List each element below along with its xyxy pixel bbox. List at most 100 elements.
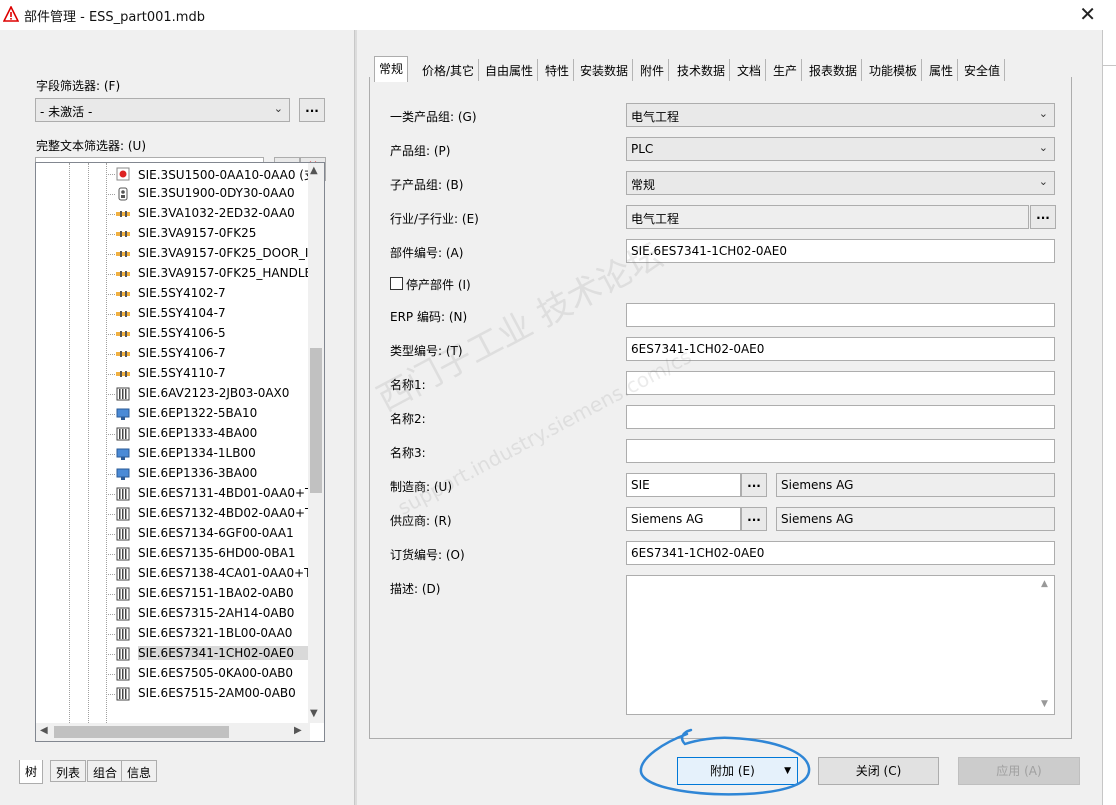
tree-item[interactable]: SIE.3VA9157-0FK25_HANDLE xyxy=(106,264,312,284)
name1-label: 名称1: xyxy=(390,378,426,392)
scroll-down-icon[interactable]: ▼ xyxy=(310,708,318,719)
tab-characteristics[interactable]: 特性 xyxy=(541,59,575,81)
tree-item[interactable]: SIE.5SY4102-7 xyxy=(106,284,306,304)
type-number-field[interactable]: 6ES7341-1CH02-0AE0 xyxy=(626,337,1055,361)
plc-module-icon xyxy=(116,427,130,441)
tree-item[interactable]: SIE.6ES7341-1CH02-0AE0 xyxy=(106,644,314,664)
tab-technical-data[interactable]: 技术数据 xyxy=(673,59,731,81)
tree-item[interactable]: SIE.6EP1333-4BA00 xyxy=(106,424,306,444)
supplier-code-field[interactable]: Siemens AG xyxy=(626,507,741,531)
tree-item-label: SIE.6ES7341-1CH02-0AE0 xyxy=(138,646,314,660)
scroll-left-icon[interactable]: ◀ xyxy=(40,725,48,736)
tree-connector xyxy=(106,374,115,375)
name2-field[interactable] xyxy=(626,405,1055,429)
tree-vertical-scrollbar[interactable]: ▲ ▼ xyxy=(308,163,324,723)
tab-tree[interactable]: 树 xyxy=(19,760,44,784)
tab-combination[interactable]: 组合 xyxy=(87,760,124,782)
tree-item[interactable]: SIE.6ES7132-4BD02-0AA0+TN xyxy=(106,504,321,524)
product-group-1-select[interactable]: 电气工程 ⌄ xyxy=(626,103,1055,127)
tree-item-label: SIE.3VA9157-0FK25_DOOR_IN xyxy=(138,246,318,260)
scroll-down-icon[interactable]: ▼ xyxy=(1041,699,1048,709)
plc-module-icon xyxy=(116,647,130,661)
part-number-field[interactable]: SIE.6ES7341-1CH02-0AE0 xyxy=(626,239,1055,263)
manufacturer-browse-button[interactable]: ... xyxy=(741,473,767,497)
tab-price-other[interactable]: 价格/其它 xyxy=(418,59,480,81)
description-textarea[interactable]: ▲ ▼ xyxy=(626,575,1055,715)
tree-item[interactable]: SIE.5SY4106-7 xyxy=(106,344,306,364)
tab-attributes[interactable]: 属性 xyxy=(925,59,959,81)
tree-connector xyxy=(106,174,115,175)
apply-button[interactable]: 应用 (A) xyxy=(958,757,1080,785)
field-filter-button[interactable]: ... xyxy=(299,98,325,122)
tree-item[interactable]: SIE.6ES7131-4BD01-0AA0+TN xyxy=(106,484,321,504)
tab-production[interactable]: 生产 xyxy=(769,59,803,81)
tab-info[interactable]: 信息 xyxy=(121,760,158,782)
scroll-up-icon[interactable]: ▲ xyxy=(310,165,318,176)
circuit-breaker-icon xyxy=(116,327,130,341)
tab-accessories[interactable]: 附件 xyxy=(636,59,670,81)
tree-item[interactable]: SIE.6ES7505-0KA00-0AB0 xyxy=(106,664,306,684)
close-button[interactable]: 关闭 (C) xyxy=(818,757,939,785)
tab-report-data[interactable]: 报表数据 xyxy=(805,59,863,81)
close-window-icon[interactable]: ✕ xyxy=(1079,2,1096,26)
tree-connector xyxy=(106,474,115,475)
scroll-right-icon[interactable]: ▶ xyxy=(294,725,302,736)
scroll-thumb[interactable] xyxy=(54,726,229,738)
name1-field[interactable] xyxy=(626,371,1055,395)
tab-documents[interactable]: 文档 xyxy=(733,59,767,81)
erp-field[interactable] xyxy=(626,303,1055,327)
tree-item[interactable]: SIE.3SU1900-0DY30-0AA0 xyxy=(106,184,306,204)
plc-module-icon xyxy=(116,387,130,401)
tree-item[interactable]: SIE.3VA9157-0FK25 xyxy=(106,224,306,244)
tree-item[interactable]: SIE.3SU1500-0AA10-0AA0 (支 xyxy=(106,164,316,184)
description-label: 描述: (D) xyxy=(390,582,441,596)
tree-item[interactable]: SIE.6AV2123-2JB03-0AX0 xyxy=(106,384,306,404)
tree-item-label: SIE.6ES7131-4BD01-0AA0+TN xyxy=(138,486,322,500)
tree-item[interactable]: SIE.6ES7138-4CA01-0AA0+TN xyxy=(106,564,320,584)
tree-item[interactable]: SIE.6ES7134-6GF00-0AA1 xyxy=(106,524,306,544)
tree-item[interactable]: SIE.6ES7321-1BL00-0AA0 xyxy=(106,624,306,644)
tab-free-properties[interactable]: 自由属性 xyxy=(481,59,539,81)
product-group-select[interactable]: PLC ⌄ xyxy=(626,137,1055,161)
sub-product-group-select[interactable]: 常规 ⌄ xyxy=(626,171,1055,195)
tab-list[interactable]: 列表 xyxy=(50,760,87,782)
tree-item-label: SIE.6ES7515-2AM00-0AB0 xyxy=(138,686,296,700)
window-title: 部件管理 - ESS_part001.mdb xyxy=(24,10,205,25)
tree-connector xyxy=(106,334,115,335)
manufacturer-code-field[interactable]: SIE xyxy=(626,473,741,497)
tree-item[interactable]: SIE.6ES7135-6HD00-0BA1 xyxy=(106,544,306,564)
name3-field[interactable] xyxy=(626,439,1055,463)
tree-item[interactable]: SIE.6ES7151-1BA02-0AB0 xyxy=(106,584,306,604)
tree-item[interactable]: SIE.5SY4104-7 xyxy=(106,304,306,324)
scroll-up-icon[interactable]: ▲ xyxy=(1041,579,1048,589)
order-number-field[interactable]: 6ES7341-1CH02-0AE0 xyxy=(626,541,1055,565)
supplier-browse-button[interactable]: ... xyxy=(741,507,767,531)
tree-item-label: SIE.5SY4106-5 xyxy=(138,326,226,340)
tree-item[interactable]: SIE.6EP1334-1LB00 xyxy=(106,444,306,464)
tree-item[interactable]: SIE.3VA1032-2ED32-0AA0 xyxy=(106,204,306,224)
textarea-scrollbar[interactable]: ▲ ▼ xyxy=(1038,577,1053,711)
tree-item[interactable]: SIE.3VA9157-0FK25_DOOR_IN xyxy=(106,244,317,264)
tree-item[interactable]: SIE.6EP1322-5BA10 xyxy=(106,404,306,424)
tree-item[interactable]: SIE.6ES7515-2AM00-0AB0 xyxy=(106,684,306,704)
discontinued-checkbox[interactable] xyxy=(390,277,403,290)
tab-safety-values[interactable]: 安全值 xyxy=(960,59,1006,81)
tree-item-label: SIE.6ES7138-4CA01-0AA0+TN xyxy=(138,566,321,580)
tree-item-label: SIE.6ES7151-1BA02-0AB0 xyxy=(138,586,294,600)
field-filter-select[interactable]: - 未激活 - ⌄ xyxy=(35,98,290,122)
tree-connector xyxy=(106,634,115,635)
scroll-thumb[interactable] xyxy=(310,348,322,493)
industry-browse-button[interactable]: ... xyxy=(1030,205,1056,229)
tree-horizontal-scrollbar[interactable]: ◀ ▶ xyxy=(36,723,310,741)
tab-function-template[interactable]: 功能模板 xyxy=(865,59,923,81)
erp-label: ERP 编码: (N) xyxy=(390,310,468,324)
part-tree[interactable]: SIE.3SU1500-0AA10-0AA0 (支 SIE.3SU1900-0DY… xyxy=(35,162,325,742)
indicator-light-icon xyxy=(116,167,130,181)
tree-item[interactable]: SIE.6ES7315-2AH14-0AB0 xyxy=(106,604,306,624)
tab-general[interactable]: 常规 xyxy=(374,56,409,82)
tab-installation-data[interactable]: 安装数据 xyxy=(576,59,634,81)
tree-item[interactable]: SIE.5SY4106-5 xyxy=(106,324,306,344)
plc-module-icon xyxy=(116,627,130,641)
tree-item[interactable]: SIE.5SY4110-7 xyxy=(106,364,306,384)
tree-item[interactable]: SIE.6EP1336-3BA00 xyxy=(106,464,306,484)
